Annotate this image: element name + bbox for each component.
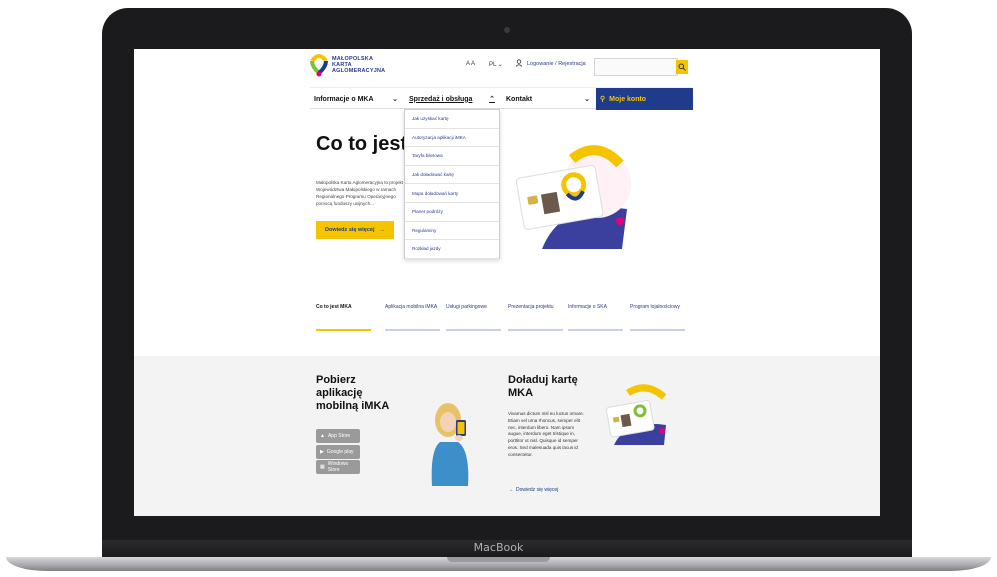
dropdown-item[interactable]: Planer podróży [405,203,499,222]
tab-prezentacja[interactable]: Prezentacja projektu [508,305,563,331]
tab-parking[interactable]: Usługi parkingowe [446,305,501,331]
windows-icon: ▦ [320,464,325,470]
language-label: PL [489,62,497,68]
tab-label: Prezentacja projektu [508,304,554,310]
tab-indicator [316,329,371,331]
dropdown-item[interactable]: Jak uzyskać kartę [405,110,499,129]
dropdown-item[interactable]: Taryfa biletowa [405,147,499,166]
nav-item-kontakt[interactable]: Kontakt ⌄ [502,88,594,110]
learn-more-button[interactable]: Dowiedz się więcej → [316,221,394,239]
logo-line: AGLOMERACYJNA [332,68,386,74]
badge-label: Google play [326,449,354,455]
cta-label: Dowiedz się więcej [324,227,375,233]
arrow-right-icon: → [379,227,386,233]
search-icon [678,63,686,71]
dropdown-item[interactable]: Jak doładować kartę [405,166,499,185]
search-input[interactable] [594,58,678,76]
play-icon: ▶ [320,449,324,455]
topup-section-title: Doładuj kartę MKA [508,374,578,399]
hero-text: Małopolska Karta Aglomeracyjna to projek… [316,180,404,206]
browser-screen: MAŁOPOLSKA KARTA AGLOMERACYJNA A A PL ⌄ … [134,49,880,516]
hero-title: Co to jest [316,133,408,155]
user-icon: ⚲ [600,96,606,103]
woman-with-phone-image [431,403,469,486]
font-size-button[interactable]: A A [466,61,475,67]
google-play-badge[interactable]: ▶ Google play [316,445,360,459]
login-link[interactable]: Logowanie / Rejestracja [527,61,586,67]
tab-indicator [446,329,501,331]
tab-co-to-jest[interactable]: Co to jest MKA [316,305,371,331]
windows-store-badge[interactable]: ▦ Windows Store [316,460,360,474]
main-nav: Informacje o MKA ⌄ Sprzedaż i obsługa ⌃ … [310,87,693,110]
camera-icon [504,27,510,33]
dropdown-item[interactable]: Regulaminy [405,222,499,241]
my-account-button[interactable]: ⚲ Moje konto [596,88,693,110]
arrow-right-icon: → [508,487,513,493]
topup-learn-more-link[interactable]: → Dowiedz się więcej [508,487,558,493]
tab-label: Informacje o SKA [568,304,607,310]
chevron-down-icon: ⌄ [584,96,590,103]
dropdown-item[interactable]: Rozkład jazdy [405,240,499,259]
chevron-up-icon: ⌃ [489,96,495,103]
language-select[interactable]: PL ⌄ [489,61,503,68]
account-label: Moje konto [609,95,647,103]
card-small-illustration [605,384,667,445]
nav-label: Kontakt [506,95,533,103]
tab-aplikacja[interactable]: Aplikacja mobilna iMKA [385,305,440,331]
user-icon[interactable] [515,59,523,67]
tab-ska[interactable]: Informacje o SKA [568,305,623,331]
sales-dropdown-menu: Jak uzyskać kartę Autoryzacja aplikacji … [404,109,500,259]
search-button[interactable] [676,60,688,74]
nav-item-sprzedaz[interactable]: Sprzedaż i obsługa ⌃ [405,88,499,110]
badge-label: App Store [327,433,351,439]
tab-label: Aplikacja mobilna iMKA [385,304,438,310]
tab-label: Program lojalnościowy [630,304,681,310]
app-section-title: Pobierz aplikację mobilną iMKA [316,374,390,412]
section-tabs: Co to jest MKA Aplikacja mobilna iMKA Us… [316,305,686,331]
tab-indicator [568,329,623,331]
dropdown-item[interactable]: Mapa doładowań karty [405,184,499,203]
laptop-notch [447,557,550,562]
chevron-down-icon: ⌄ [392,96,398,103]
nav-label: Sprzedaż i obsługa [409,95,473,103]
tab-program[interactable]: Program lojalnościowy [630,305,685,331]
laptop-frame: MAŁOPOLSKA KARTA AGLOMERACYJNA A A PL ⌄ … [0,0,997,577]
nav-item-informacje[interactable]: Informacje o MKA ⌄ [310,88,402,110]
tab-label: Co to jest MKA [316,304,352,310]
nav-label: Informacje o MKA [314,95,374,103]
topup-section-text: Vivamus dictum nisl eu luctus ornare. Et… [508,411,585,457]
tab-indicator [630,329,685,331]
tab-indicator [508,329,563,331]
link-label: Dowiedz się więcej [516,487,559,493]
dropdown-item[interactable]: Autoryzacja aplikacji iMKA [405,129,499,148]
apple-icon: ▲ [320,433,325,439]
promo-section [134,356,880,516]
badge-label: Windows Store [327,461,349,473]
laptop-brand-label: MacBook [473,541,524,554]
tab-indicator [385,329,440,331]
card-illustration [515,145,631,249]
chevron-down-icon: ⌄ [497,62,503,68]
tab-label: Usługi parkingowe [446,304,487,310]
logo-text[interactable]: MAŁOPOLSKA KARTA AGLOMERACYJNA [332,56,385,74]
app-store-badge[interactable]: ▲ App Store [316,429,360,443]
mka-logo-icon[interactable] [310,53,328,77]
